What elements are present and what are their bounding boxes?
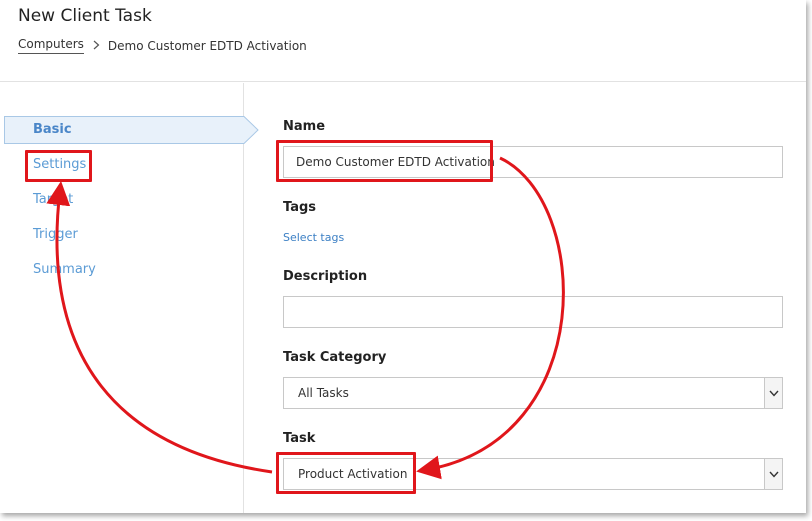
sidebar-item-label: Basic [33, 122, 72, 137]
description-input[interactable] [283, 296, 783, 328]
chevron-right-icon [93, 39, 100, 53]
chevron-down-icon [769, 390, 779, 397]
breadcrumb-computers-link[interactable]: Computers [18, 37, 84, 54]
name-label: Name [283, 119, 326, 134]
task-label: Task [283, 431, 316, 446]
wizard-sidebar: Basic Settings Target Trigger Summary [0, 83, 259, 513]
page-title: New Client Task [18, 6, 152, 26]
highlight-box-task [276, 452, 416, 494]
description-label: Description [283, 269, 368, 284]
sidebar-item-summary[interactable]: Summary [33, 262, 96, 277]
task-category-label: Task Category [283, 350, 387, 365]
task-category-select[interactable]: All Tasks [283, 377, 783, 409]
dropdown-button[interactable] [764, 459, 782, 489]
chevron-down-icon [769, 471, 779, 478]
sidebar-item-basic[interactable]: Basic [4, 116, 259, 144]
dropdown-button[interactable] [764, 378, 782, 408]
highlight-box-settings [25, 150, 92, 182]
breadcrumb: Computers Demo Customer EDTD Activation [18, 37, 307, 54]
sidebar-item-trigger[interactable]: Trigger [33, 227, 78, 242]
sidebar-item-target[interactable]: Target [33, 192, 73, 207]
breadcrumb-current: Demo Customer EDTD Activation [107, 38, 307, 53]
highlight-box-name [276, 140, 493, 182]
task-category-value: All Tasks [298, 386, 349, 400]
header: New Client Task Computers Demo Customer … [0, 0, 806, 82]
tags-label: Tags [283, 200, 317, 215]
select-tags-link[interactable]: Select tags [283, 231, 344, 244]
new-client-task-window: New Client Task Computers Demo Customer … [0, 0, 806, 513]
